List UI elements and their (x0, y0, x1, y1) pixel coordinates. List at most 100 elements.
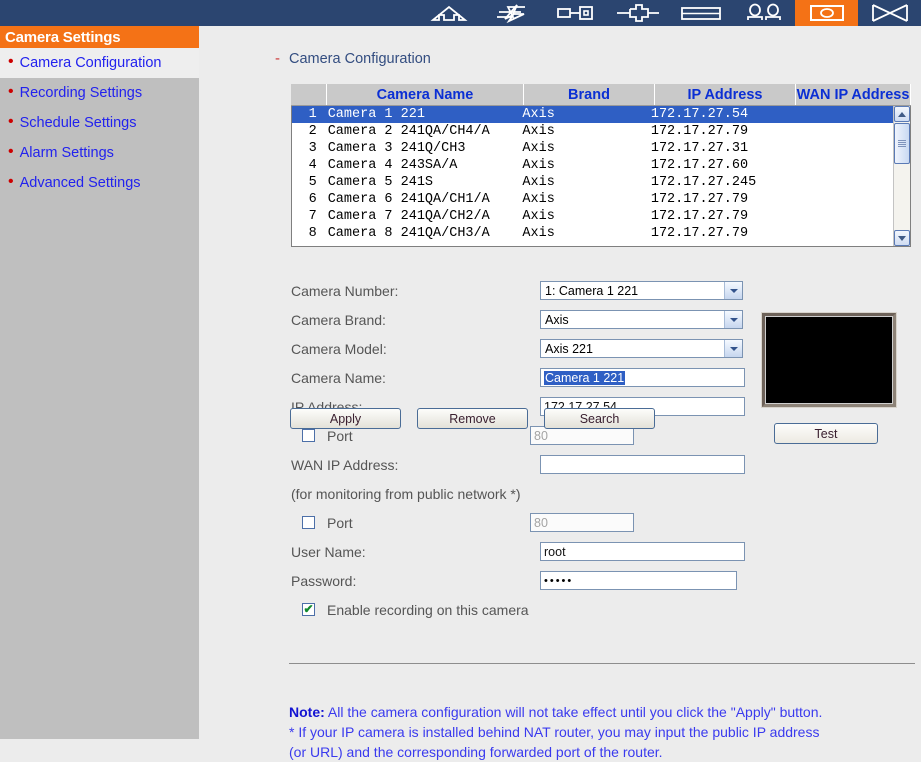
plug-icon (614, 3, 662, 23)
chevron-down-icon[interactable] (724, 311, 742, 328)
cell-camera-name: Camera 8 241QA/CH3/A (327, 226, 490, 241)
note-line-2: * If your IP camera is installed behind … (289, 724, 820, 740)
main-content: - Camera Configuration Camera Name Brand… (199, 26, 921, 760)
toolbar-button-live-event[interactable] (480, 0, 543, 26)
column-header-camera-name[interactable]: Camera Name (327, 84, 524, 105)
users-icon (742, 3, 786, 23)
cell-ip-address: 172.17.27.79 (650, 226, 749, 241)
cell-ip-address: 172.17.27.79 (650, 192, 749, 207)
camera-list-body-wrap: 1 Camera 1 221 Axis 172.17.27.54 2 Camer… (291, 106, 911, 247)
scrollbar-thumb[interactable] (894, 123, 910, 164)
user-name-input[interactable]: root (540, 542, 745, 561)
label-wan-port: Port (327, 514, 353, 531)
table-row[interactable]: 4 Camera 4 243SA/A Axis 172.17.27.60 (292, 157, 893, 174)
camera-brand-value: Axis (545, 312, 569, 327)
toolbar-button-network[interactable] (858, 0, 921, 26)
camera-model-select[interactable]: Axis 221 (540, 339, 743, 358)
table-row[interactable]: 1 Camera 1 221 Axis 172.17.27.54 (292, 106, 893, 123)
table-row[interactable]: 8 Camera 8 241QA/CH3/A Axis 172.17.27.79 (292, 225, 893, 242)
cell-camera-name: Camera 2 241QA/CH4/A (327, 124, 490, 139)
wan-port-checkbox[interactable]: ✔ (302, 516, 315, 529)
sidebar-item-schedule-settings[interactable]: • Schedule Settings (0, 108, 199, 138)
note-prefix: Note: (289, 704, 325, 720)
column-header-index[interactable] (291, 84, 327, 105)
label-enable-recording: Enable recording on this camera (327, 601, 529, 618)
field-wan-ip-address: WAN IP Address: (291, 450, 751, 479)
column-header-ip-address[interactable]: IP Address (655, 84, 796, 105)
password-input[interactable]: ••••• (540, 571, 737, 590)
enable-recording-checkbox[interactable]: ✔ (302, 603, 315, 616)
label-camera-name: Camera Name: (291, 369, 386, 386)
table-row[interactable]: 6 Camera 6 241QA/CH1/A Axis 172.17.27.79 (292, 191, 893, 208)
cell-brand: Axis (522, 192, 555, 207)
sidebar-title: Camera Settings (0, 26, 199, 48)
test-button[interactable]: Test (774, 423, 878, 444)
cell-brand: Axis (522, 209, 555, 224)
table-row[interactable]: 2 Camera 2 241QA/CH4/A Axis 172.17.27.79 (292, 123, 893, 140)
camera-preview-screen (765, 316, 893, 404)
wan-ip-address-input[interactable] (540, 455, 745, 474)
note-line-3: (or URL) and the corresponding forwarded… (289, 744, 663, 760)
toolbar-button-camera-settings[interactable] (795, 0, 858, 26)
field-wan-port: ✔ Port 80 (291, 508, 751, 537)
camera-name-value: Camera 1 221 (544, 370, 626, 385)
table-row[interactable]: 7 Camera 7 241QA/CH2/A Axis 172.17.27.79 (292, 208, 893, 225)
camera-name-input[interactable]: Camera 1 221 (540, 368, 745, 387)
label-user-name: User Name: (291, 543, 366, 560)
wan-hint-row: (for monitoring from public network *) (291, 479, 751, 508)
cell-brand: Axis (522, 141, 555, 156)
column-header-brand[interactable]: Brand (524, 84, 655, 105)
cell-index: 8 (308, 226, 317, 241)
chevron-down-icon[interactable] (724, 340, 742, 357)
sidebar-item-label: Schedule Settings (19, 115, 137, 131)
sidebar-item-alarm-settings[interactable]: • Alarm Settings (0, 138, 199, 168)
sidebar-item-camera-configuration[interactable]: • Camera Configuration (0, 48, 199, 78)
camera-brand-select[interactable]: Axis (540, 310, 743, 329)
cell-camera-name: Camera 4 243SA/A (327, 158, 458, 173)
table-row[interactable]: 5 Camera 5 241S Axis 172.17.27.245 (292, 174, 893, 191)
bullet-icon: • (8, 83, 14, 100)
field-camera-name: Camera Name: Camera 1 221 (291, 363, 751, 392)
cell-camera-name: Camera 5 241S (327, 175, 434, 190)
lan-port-checkbox[interactable]: ✔ (302, 429, 315, 442)
apply-button[interactable]: Apply (290, 408, 401, 429)
page-title-label: Camera Configuration (289, 50, 431, 67)
toolbar-button-storage[interactable] (669, 0, 732, 26)
scroll-down-icon[interactable] (894, 230, 910, 246)
sidebar: Camera Settings • Camera Configuration •… (0, 26, 199, 739)
field-password: Password: ••••• (291, 566, 751, 595)
sidebar-item-recording-settings[interactable]: • Recording Settings (0, 78, 199, 108)
label-camera-model: Camera Model: (291, 340, 387, 357)
search-button[interactable]: Search (544, 408, 655, 429)
cell-camera-name: Camera 6 241QA/CH1/A (327, 192, 490, 207)
remove-button[interactable]: Remove (417, 408, 528, 429)
sidebar-item-label: Recording Settings (19, 85, 143, 101)
toolbar-button-account[interactable] (543, 0, 606, 26)
label-password: Password: (291, 572, 357, 589)
wan-port-input[interactable]: 80 (530, 513, 634, 532)
cell-brand: Axis (522, 158, 555, 173)
home-icon (429, 3, 469, 23)
scroll-up-icon[interactable] (894, 106, 910, 122)
sidebar-item-advanced-settings[interactable]: • Advanced Settings (0, 168, 199, 198)
cell-camera-name: Camera 1 221 (327, 107, 425, 122)
camera-number-select[interactable]: 1: Camera 1 221 (540, 281, 743, 300)
sidebar-item-label: Camera Configuration (19, 55, 162, 71)
cell-index: 3 (308, 141, 317, 156)
toolbar-button-connection[interactable] (606, 0, 669, 26)
column-header-wan-ip-address[interactable]: WAN IP Address (796, 84, 911, 105)
cell-index: 4 (308, 158, 317, 173)
table-row[interactable]: 3 Camera 3 241Q/CH3 Axis 172.17.27.31 (292, 140, 893, 157)
toolbar-button-home[interactable] (417, 0, 480, 26)
collapse-dash-icon[interactable]: - (275, 50, 280, 67)
bullet-icon: • (8, 113, 14, 130)
field-enable-recording: ✔ Enable recording on this camera (291, 595, 751, 624)
toolbar-button-users[interactable] (732, 0, 795, 26)
bullet-icon: • (8, 173, 14, 190)
chevron-down-icon[interactable] (724, 282, 742, 299)
label-wan-ip-address: WAN IP Address: (291, 456, 399, 473)
storage-icon (677, 3, 725, 23)
key-icon (553, 3, 597, 23)
camera-list-scrollbar[interactable] (893, 106, 910, 246)
cell-index: 7 (308, 209, 317, 224)
